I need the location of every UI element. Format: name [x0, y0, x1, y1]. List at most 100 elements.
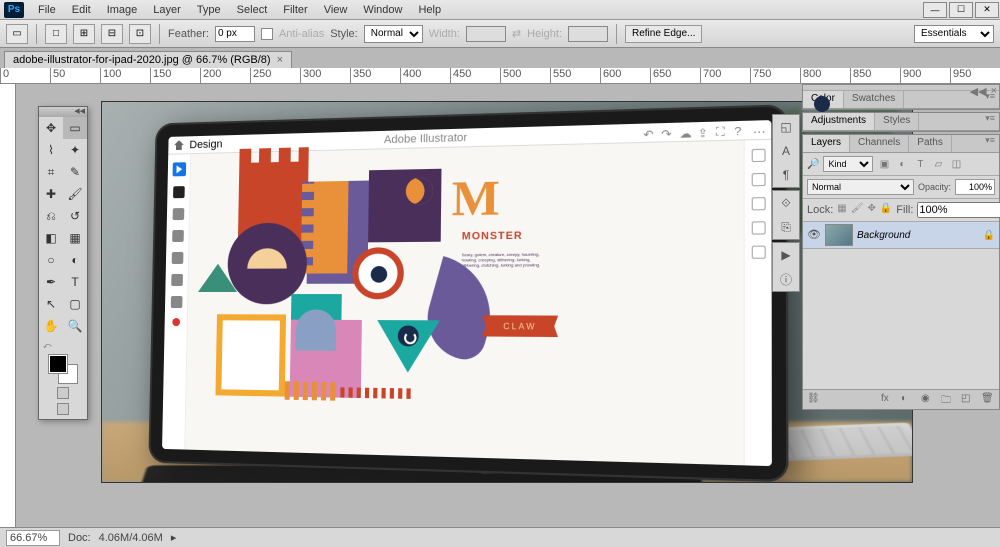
- panel-collapse-icon[interactable]: ◀◀: [970, 85, 987, 90]
- filter-shape-icon[interactable]: ▱: [931, 157, 945, 171]
- workspace-select[interactable]: Essentials: [914, 25, 994, 43]
- lock-image-icon[interactable]: 🖌: [851, 203, 864, 217]
- minimize-button[interactable]: —: [923, 2, 947, 18]
- styles-tab[interactable]: Styles: [875, 113, 919, 130]
- layer-fx-icon[interactable]: fx: [881, 393, 895, 407]
- eraser-tool[interactable]: ◧: [39, 227, 63, 249]
- new-fill-layer-icon[interactable]: ◉: [921, 393, 935, 407]
- menu-type[interactable]: Type: [189, 4, 229, 16]
- layer-visibility-icon[interactable]: 👁: [807, 228, 821, 242]
- hand-tool[interactable]: ✋: [39, 315, 63, 337]
- new-layer-icon[interactable]: ◰: [961, 393, 975, 407]
- crop-tool[interactable]: ⌗: [39, 161, 63, 183]
- maximize-button[interactable]: ☐: [949, 2, 973, 18]
- path-select-tool[interactable]: ↖: [39, 293, 63, 315]
- character-panel-icon[interactable]: A: [777, 143, 795, 159]
- panel-close-icon[interactable]: ×: [991, 85, 997, 90]
- actions-panel-icon[interactable]: ▶: [777, 247, 795, 263]
- selection-new-icon[interactable]: □: [45, 24, 67, 44]
- panel-menu-icon[interactable]: ▾≡: [981, 113, 999, 130]
- gradient-tool[interactable]: ▦: [63, 227, 87, 249]
- brush-tool[interactable]: 🖌: [63, 183, 87, 205]
- status-menu-icon[interactable]: ▸: [171, 531, 177, 544]
- pen-tool[interactable]: ✒: [39, 271, 63, 293]
- blur-tool[interactable]: ○: [39, 249, 63, 271]
- layer-lock-icon[interactable]: 🔒: [983, 230, 995, 241]
- type-tool[interactable]: T: [63, 271, 87, 293]
- tools-collapse-icon[interactable]: ◀◀: [74, 107, 85, 117]
- stamp-tool[interactable]: ⎌: [39, 205, 63, 227]
- selection-add-icon[interactable]: ⊞: [73, 24, 95, 44]
- quickmask-button[interactable]: [57, 387, 69, 399]
- history-panel-icon[interactable]: ◱: [777, 119, 795, 135]
- lock-transparency-icon[interactable]: ▦: [837, 203, 846, 217]
- panel-menu-icon[interactable]: ▾≡: [981, 135, 999, 152]
- info-panel-icon[interactable]: ⓘ: [777, 271, 795, 287]
- opacity-input[interactable]: [955, 179, 995, 195]
- style-select[interactable]: Normal: [364, 25, 423, 43]
- new-group-icon[interactable]: 🗀: [941, 393, 955, 407]
- healing-tool[interactable]: ✚: [39, 183, 63, 205]
- document-tab-close-icon[interactable]: ×: [277, 54, 283, 66]
- refine-edge-button[interactable]: Refine Edge...: [625, 25, 702, 43]
- panel-menu-icon[interactable]: ▾≡: [981, 91, 999, 108]
- zoom-tool[interactable]: 🔍: [63, 315, 87, 337]
- menu-edit[interactable]: Edit: [64, 4, 99, 16]
- clone-panel-icon[interactable]: ⎘: [777, 219, 795, 235]
- tools-panel[interactable]: ◀◀ ✥ ▭ ⌇ ✦ ⌗ ✎ ✚ 🖌 ⎌ ↺ ◧ ▦ ○ ◐ ✒ T ↖ ▢ ✋…: [38, 106, 88, 420]
- paths-tab[interactable]: Paths: [909, 135, 952, 152]
- layer-name[interactable]: Background: [857, 230, 979, 241]
- close-button[interactable]: ✕: [975, 2, 999, 18]
- feather-input[interactable]: [215, 26, 255, 42]
- delete-layer-icon[interactable]: 🗑: [981, 393, 995, 407]
- marquee-tool[interactable]: ▭: [63, 117, 87, 139]
- layers-tab[interactable]: Layers: [803, 135, 850, 152]
- menu-layer[interactable]: Layer: [145, 4, 189, 16]
- shape-tool[interactable]: ▢: [63, 293, 87, 315]
- antialias-checkbox[interactable]: [261, 28, 273, 40]
- filter-search-icon[interactable]: 🔎: [807, 159, 819, 170]
- menu-filter[interactable]: Filter: [275, 4, 315, 16]
- history-brush-tool[interactable]: ↺: [63, 205, 87, 227]
- filter-adjust-icon[interactable]: ◐: [895, 157, 909, 171]
- color-swatches[interactable]: [49, 355, 77, 383]
- tools-panel-header[interactable]: ◀◀: [39, 107, 87, 117]
- menu-view[interactable]: View: [316, 4, 356, 16]
- fill-input[interactable]: [917, 202, 1000, 218]
- lock-all-icon[interactable]: 🔒: [880, 203, 892, 217]
- marquee-tool-preset-icon[interactable]: ▭: [6, 24, 28, 44]
- filter-type-icon[interactable]: T: [913, 157, 927, 171]
- layer-item-background[interactable]: 👁 Background 🔒: [803, 222, 999, 249]
- move-tool[interactable]: ✥: [39, 117, 63, 139]
- filter-smart-icon[interactable]: ◫: [949, 157, 963, 171]
- link-layers-icon[interactable]: ⛓: [807, 393, 821, 407]
- zoom-level-input[interactable]: 66.67%: [6, 530, 60, 546]
- screenmode-button[interactable]: [57, 403, 69, 415]
- brushes-panel-icon[interactable]: ⟐: [777, 195, 795, 211]
- document-tab[interactable]: adobe-illustrator-for-ipad-2020.jpg @ 66…: [4, 51, 292, 68]
- eyedropper-tool[interactable]: ✎: [63, 161, 87, 183]
- selection-subtract-icon[interactable]: ⊟: [101, 24, 123, 44]
- layer-filter-kind-select[interactable]: Kind: [823, 156, 873, 172]
- ruler-vertical[interactable]: [0, 84, 16, 527]
- quick-select-tool[interactable]: ✦: [63, 139, 87, 161]
- foreground-color-swatch[interactable]: [49, 355, 67, 373]
- dodge-tool[interactable]: ◐: [63, 249, 87, 271]
- paragraph-panel-icon[interactable]: ¶: [777, 167, 795, 183]
- ruler-horizontal[interactable]: document.write(Array.from({length:21},(_…: [0, 68, 1000, 84]
- swap-colors-icon[interactable]: ⤺: [43, 341, 52, 351]
- layer-thumbnail[interactable]: [825, 224, 853, 246]
- menu-file[interactable]: File: [30, 4, 64, 16]
- layer-mask-icon[interactable]: ◐: [901, 393, 915, 407]
- menu-window[interactable]: Window: [355, 4, 410, 16]
- blend-mode-select[interactable]: Normal: [807, 179, 914, 195]
- adjustments-tab[interactable]: Adjustments: [803, 113, 875, 130]
- lock-position-icon[interactable]: ✥: [867, 203, 875, 217]
- selection-intersect-icon[interactable]: ⊡: [129, 24, 151, 44]
- channels-tab[interactable]: Channels: [850, 135, 909, 152]
- swatches-tab[interactable]: Swatches: [844, 91, 904, 108]
- menu-image[interactable]: Image: [99, 4, 146, 16]
- menu-select[interactable]: Select: [229, 4, 276, 16]
- filter-pixel-icon[interactable]: ▣: [877, 157, 891, 171]
- menu-help[interactable]: Help: [410, 4, 449, 16]
